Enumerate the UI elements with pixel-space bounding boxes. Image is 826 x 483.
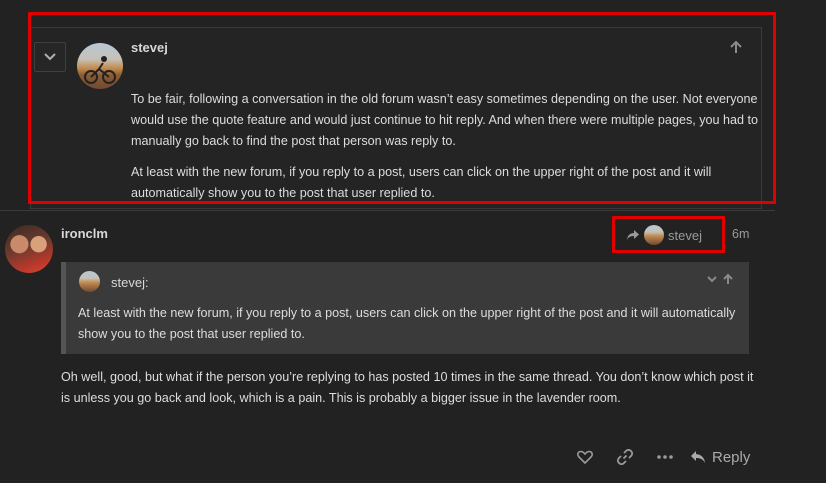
- quote-text: At least with the new forum, if you repl…: [78, 306, 736, 341]
- avatar: [79, 271, 100, 292]
- heart-icon: [577, 450, 593, 464]
- copy-link-button[interactable]: [605, 444, 645, 470]
- more-button[interactable]: [645, 444, 685, 470]
- post-actions: [565, 444, 685, 470]
- reply-button[interactable]: Reply: [690, 445, 750, 469]
- reply-icon: [691, 451, 705, 463]
- link-icon: [617, 449, 633, 465]
- post-date[interactable]: 6m: [732, 227, 749, 241]
- quote-username: stevej:: [111, 275, 149, 290]
- highlight-box: [612, 216, 725, 253]
- arrow-up-icon[interactable]: [722, 273, 734, 285]
- highlight-box: [28, 12, 776, 204]
- post-body: Oh well, good, but what if the person yo…: [61, 370, 754, 405]
- post-username[interactable]: ironclm: [61, 226, 108, 241]
- chevron-down-icon[interactable]: [706, 273, 718, 285]
- reply-label: Reply: [712, 448, 751, 466]
- like-button[interactable]: [565, 444, 605, 470]
- more-icon: [657, 455, 673, 459]
- quote-controls: [706, 273, 734, 285]
- avatar[interactable]: [5, 225, 53, 273]
- divider: [0, 210, 775, 211]
